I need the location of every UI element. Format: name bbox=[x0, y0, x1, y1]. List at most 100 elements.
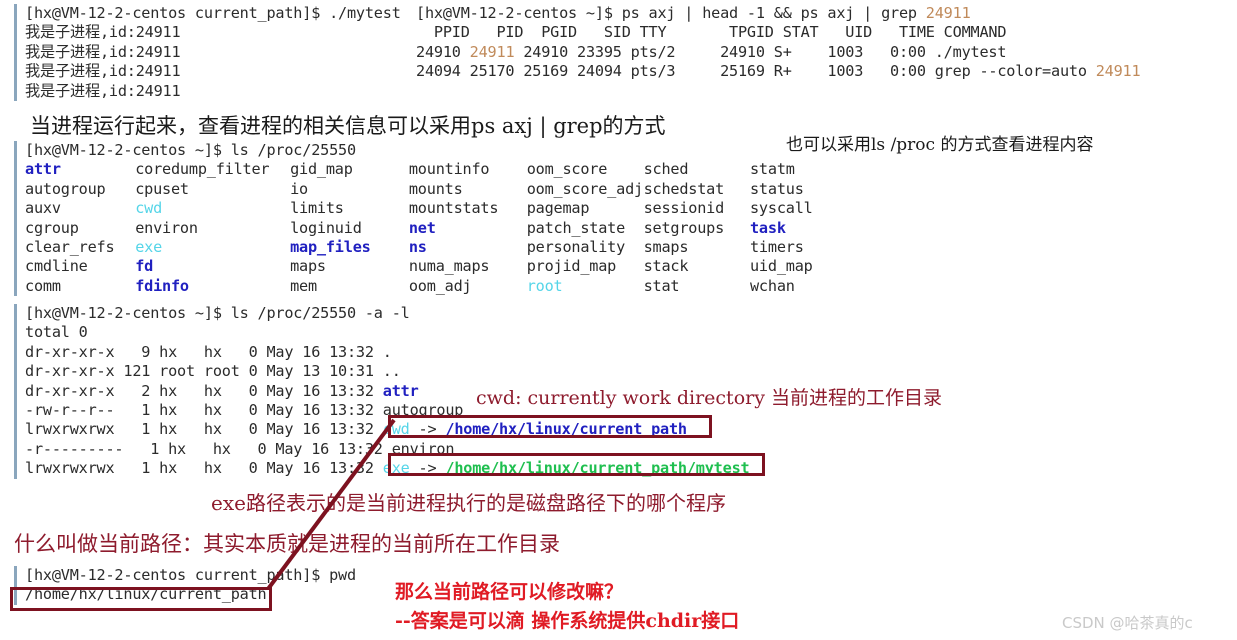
proc-entry: cmdline bbox=[25, 257, 135, 276]
proc-entry: stack bbox=[644, 257, 750, 276]
proc-listing-column: attr autogroup auxv cgroup clear_refs cmdline… bbox=[25, 160, 135, 296]
proc-entry-name: task bbox=[749, 218, 786, 237]
annotation-ps-axj: 当进程运行起来，查看进程的相关信息可以采用ps axj | grep的方式 bbox=[30, 114, 666, 138]
proc-entry: sched bbox=[644, 160, 750, 179]
proc-entry-name: oom_adj bbox=[408, 276, 472, 295]
listing-entry-name: exe bbox=[382, 459, 410, 478]
proc-entry: maps bbox=[290, 257, 409, 276]
proc-entry: attr bbox=[25, 160, 135, 179]
listing-entry-row: dr-xr-xr-x 9 hx hx 0 May 16 13:32 . bbox=[25, 343, 925, 362]
listing-entry-name: cwd bbox=[382, 420, 410, 439]
watermark-csdn: CSDN @哈茶真的c bbox=[1062, 614, 1193, 632]
listing-total: total 0 bbox=[25, 323, 88, 342]
terminal-line-text: 我是子进程,id:24911 bbox=[25, 81, 181, 100]
listing-entry-name: .. bbox=[382, 362, 401, 381]
listing-entry-row: lrwxrwxrwx 1 hx hx 0 May 16 13:32 cwd ->… bbox=[25, 420, 925, 439]
proc-entry-name: patch_state bbox=[526, 218, 626, 237]
listing-entry-name: environ bbox=[391, 439, 455, 458]
proc-entry-name: mountstats bbox=[408, 199, 499, 218]
proc-entry-name: stat bbox=[643, 276, 680, 295]
proc-entry: coredump_filter bbox=[135, 160, 290, 179]
annotation-cwd-definition: cwd: currently work directory 当前进程的工作目录 bbox=[476, 387, 942, 409]
terminal-output-line: /home/hx/linux/current_path bbox=[25, 585, 445, 604]
listing-entry-row: dr-xr-xr-x 121 root root 0 May 13 10:31 … bbox=[25, 362, 925, 381]
proc-entry: oom_adj bbox=[409, 277, 527, 296]
proc-entry: oom_score_adj bbox=[527, 180, 644, 199]
proc-entry-name: limits bbox=[290, 199, 344, 218]
proc-entry: cwd bbox=[135, 199, 290, 218]
proc-entry-name: sessionid bbox=[643, 199, 725, 218]
proc-entry: sessionid bbox=[644, 199, 750, 218]
proc-entry-name: coredump_filter bbox=[135, 160, 270, 179]
listing-entry-meta: dr-xr-xr-x 2 hx hx 0 May 16 13:32 bbox=[25, 381, 383, 400]
proc-entry-name: environ bbox=[135, 218, 198, 237]
ps-header-row: PPID PID PGID SID TTY TPGID STAT UID TIM… bbox=[416, 23, 1236, 42]
listing-entry-meta: lrwxrwxrwx 1 hx hx 0 May 16 13:32 bbox=[25, 420, 383, 439]
grep-pattern: 24911 bbox=[925, 4, 971, 22]
terminal-line-text: [hx@VM-12-2-centos current_path]$ pwd bbox=[25, 566, 356, 584]
proc-entry: pagemap bbox=[527, 199, 644, 218]
proc-entry-name: stack bbox=[643, 257, 689, 276]
terminal-line-text: [hx@VM-12-2-centos ~]$ ps axj | head -1 … bbox=[416, 4, 926, 22]
listing-symlink-arrow: -> bbox=[409, 459, 446, 478]
proc-entry-name: map_files bbox=[290, 238, 371, 257]
ps-process-row: 24094 25170 25169 24094 pts/3 25169 R+ 1… bbox=[416, 62, 1236, 81]
proc-entry: statm bbox=[750, 160, 845, 179]
listing-entry-meta: -r--------- 1 hx hx 0 May 16 13:32 bbox=[25, 439, 392, 458]
pwd-output-path: /home/hx/linux/current_path bbox=[25, 585, 267, 604]
proc-entry-name: smaps bbox=[643, 238, 689, 257]
proc-entry-name: statm bbox=[749, 160, 795, 179]
terminal-block-proc-listing: [hx@VM-12-2-centos ~]$ ls /proc/25550 att… bbox=[14, 141, 845, 297]
proc-entry-name: net bbox=[408, 218, 436, 237]
ps-row-pid-highlight: 24911 bbox=[469, 42, 515, 61]
listing-entry-name: attr bbox=[382, 381, 419, 400]
proc-entry: timers bbox=[750, 238, 845, 257]
proc-entry-name: sched bbox=[643, 160, 689, 179]
proc-listing-column: mountinfo mounts mountstats net ns numa_maps o… bbox=[409, 160, 527, 296]
proc-entry-name: fdinfo bbox=[135, 276, 189, 295]
listing-entry-meta: dr-xr-xr-x 121 root root 0 May 13 10:31 bbox=[25, 362, 383, 381]
proc-listing-column: oom_score oom_score_adj pagemap patch_state… bbox=[527, 160, 644, 296]
proc-entry-name: clear_refs bbox=[25, 238, 115, 257]
proc-entry: fdinfo bbox=[135, 277, 290, 296]
ps-row-text: 24910 23395 pts/2 24910 S+ 1003 0:00 ./m… bbox=[514, 42, 1007, 61]
proc-entry: setgroups bbox=[644, 219, 750, 238]
proc-entry-name: cpuset bbox=[135, 179, 189, 198]
terminal-line-text: [hx@VM-12-2-centos ~]$ ls /proc/25550 -a… bbox=[25, 304, 410, 322]
proc-entry: limits bbox=[290, 199, 409, 218]
proc-entry-name: timers bbox=[749, 238, 804, 257]
proc-listing-columns: attr autogroup auxv cgroup clear_refs cmdline… bbox=[25, 160, 845, 296]
terminal-prompt-line: [hx@VM-12-2-centos current_path]$ pwd bbox=[25, 566, 445, 585]
proc-entry-name: maps bbox=[290, 257, 326, 276]
proc-entry: exe bbox=[135, 238, 290, 257]
proc-entry: cpuset bbox=[135, 180, 290, 199]
terminal-prompt-line: [hx@VM-12-2-centos current_path]$ ./myte… bbox=[25, 4, 425, 23]
listing-entry-meta: dr-xr-xr-x 9 hx hx 0 May 16 13:32 bbox=[25, 342, 383, 361]
proc-entry: fd bbox=[135, 257, 290, 276]
proc-entry-name: oom_score_adj bbox=[526, 179, 643, 198]
terminal-block-pwd: [hx@VM-12-2-centos current_path]$ pwd/ho… bbox=[14, 566, 445, 605]
proc-entry-name: comm bbox=[25, 276, 61, 295]
listing-entry-meta: lrwxrwxrwx 1 hx hx 0 May 16 13:32 bbox=[25, 459, 383, 478]
annotation-question-modifiable: 那么当前路径可以修改嘛？ bbox=[395, 581, 624, 603]
proc-entry: comm bbox=[25, 277, 135, 296]
proc-entry-name: loginuid bbox=[290, 218, 362, 237]
terminal-prompt-line: [hx@VM-12-2-centos ~]$ ps axj | head -1 … bbox=[416, 4, 1236, 23]
proc-entry: cgroup bbox=[25, 219, 135, 238]
terminal-line-text: 我是子进程,id:24911 bbox=[25, 42, 181, 61]
ps-row-text: 24094 25170 25169 24094 pts/3 25169 R+ 1… bbox=[416, 62, 1096, 81]
proc-entry-name: attr bbox=[25, 160, 61, 179]
proc-entry: patch_state bbox=[527, 219, 644, 238]
proc-entry-name: ns bbox=[408, 238, 427, 257]
listing-symlink-target: /home/hx/linux/current_path bbox=[445, 420, 687, 439]
listing-entry-row: lrwxrwxrwx 1 hx hx 0 May 16 13:32 exe ->… bbox=[25, 459, 925, 478]
proc-entry: projid_map bbox=[527, 257, 644, 276]
terminal-output-line: 我是子进程,id:24911 bbox=[25, 23, 425, 42]
proc-entry-name: wchan bbox=[749, 276, 795, 295]
proc-entry: ns bbox=[409, 238, 527, 257]
proc-entry-name: schedstat bbox=[643, 179, 725, 198]
annotation-answer-chdir: --答案是可以滴 操作系统提供chdir接口 bbox=[395, 610, 740, 632]
listing-entry-name: autogroup bbox=[382, 401, 464, 420]
listing-entry-meta: -rw-r--r-- 1 hx hx 0 May 16 13:32 bbox=[25, 401, 383, 420]
proc-entry-name: fd bbox=[135, 257, 154, 276]
